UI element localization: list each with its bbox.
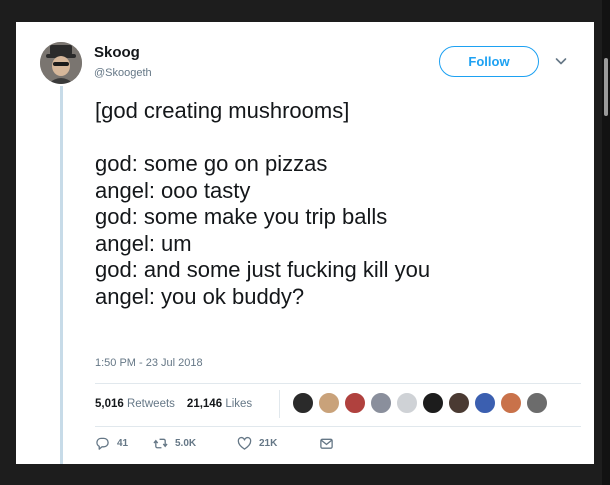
- reply-button[interactable]: 41: [95, 436, 153, 451]
- tweet-timestamp[interactable]: 1:50 PM - 23 Jul 2018: [95, 357, 203, 369]
- liker-avatar[interactable]: [500, 392, 522, 414]
- like-count: 21K: [259, 438, 278, 449]
- retweets-stat[interactable]: 5,016 Retweets: [95, 398, 175, 410]
- liker-avatar[interactable]: [474, 392, 496, 414]
- tweet-text: [god creating mushrooms] god: some go on…: [95, 98, 575, 310]
- tweet-line: god: some make you trip balls: [95, 204, 388, 229]
- chevron-down-icon[interactable]: [553, 53, 569, 69]
- tweet-line: [god creating mushrooms]: [95, 98, 350, 123]
- avatar-image: [40, 42, 82, 84]
- liker-avatar[interactable]: [448, 392, 470, 414]
- stats-divider: [279, 390, 280, 418]
- retweet-button[interactable]: 5.0K: [153, 436, 237, 451]
- tweet-line: angel: um: [95, 230, 192, 256]
- retweet-icon: [153, 438, 168, 449]
- liker-avatar[interactable]: [422, 392, 444, 414]
- scrollbar-thumb[interactable]: [604, 58, 608, 116]
- liker-avatar[interactable]: [318, 392, 340, 414]
- envelope-icon: [320, 438, 333, 449]
- divider: [95, 426, 581, 427]
- heart-icon: [237, 436, 252, 450]
- retweet-count: 5.0K: [175, 438, 197, 449]
- retweets-label: Retweets: [126, 398, 175, 410]
- liker-avatar[interactable]: [292, 392, 314, 414]
- tweet-actions: 41 5.0K 21K: [95, 436, 341, 451]
- avatar[interactable]: [40, 42, 82, 84]
- username-handle[interactable]: @Skoogeth: [94, 67, 152, 79]
- tweet-line: god: some go on pizzas: [95, 151, 328, 176]
- reply-icon: [96, 437, 109, 450]
- liker-avatar[interactable]: [526, 392, 548, 414]
- tweet-stats: 5,016 Retweets 21,146 Likes: [95, 398, 260, 410]
- reply-count: 41: [117, 438, 129, 449]
- retweets-count: 5,016: [95, 398, 124, 410]
- like-button[interactable]: 21K: [237, 436, 319, 451]
- likes-stat[interactable]: 21,146 Likes: [187, 398, 252, 410]
- likes-label: Likes: [225, 398, 253, 410]
- tweet-line: angel: you ok buddy?: [95, 283, 305, 309]
- liker-facepile: [292, 392, 548, 416]
- display-name[interactable]: Skoog: [94, 44, 140, 61]
- thread-line: [60, 86, 63, 464]
- scrollbar[interactable]: [602, 0, 610, 485]
- tweet-line: god: and some just fucking kill you: [95, 257, 431, 282]
- liker-avatar[interactable]: [344, 392, 366, 414]
- follow-button[interactable]: Follow: [439, 46, 539, 77]
- liker-avatar[interactable]: [396, 392, 418, 414]
- likes-count: 21,146: [186, 398, 223, 410]
- tweet-line: angel: ooo tasty: [95, 177, 251, 203]
- direct-message-button[interactable]: [319, 436, 341, 451]
- divider: [95, 383, 581, 384]
- liker-avatar[interactable]: [370, 392, 392, 414]
- tweet-card: Skoog @Skoogeth Follow [god creating mus…: [16, 22, 594, 464]
